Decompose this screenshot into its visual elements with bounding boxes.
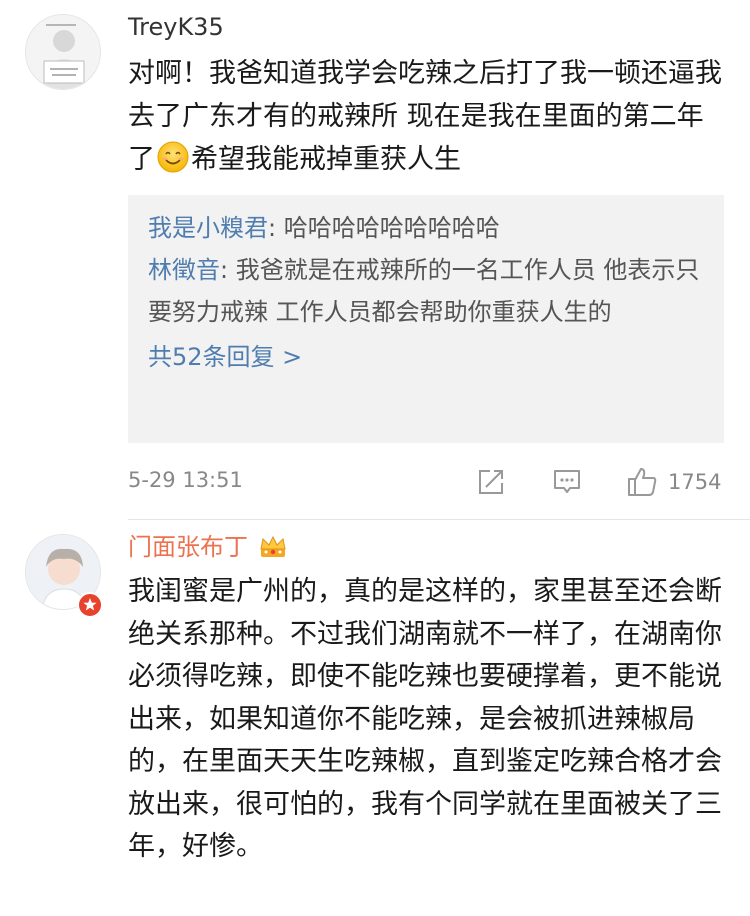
comment-item: TreyK35 对啊！我爸知道我学会吃辣之后打了我一顿还逼我去了广东才有的戒辣所… (0, 0, 750, 520)
reply-username[interactable]: 林徵音 (148, 256, 220, 284)
like-icon (628, 468, 657, 496)
comment-text: 我闺蜜是广州的，真的是这样的，家里甚至还会断绝关系那种。不过我们湖南就不一样了，… (128, 576, 722, 862)
username[interactable]: TreyK35 (128, 12, 224, 42)
like-count: 1754 (668, 470, 722, 494)
reply-item: 我是小糗君: 哈哈哈哈哈哈哈哈哈 (148, 207, 704, 249)
timestamp: 5-29 13:51 (128, 468, 243, 492)
smile-emoji-icon (157, 141, 189, 173)
comment-icon (554, 470, 580, 493)
reply-text: : 我爸就是在戒辣所的一名工作人员 他表示只要努力戒辣 工作人员都会帮助你重获人… (148, 256, 700, 326)
reply-text: : 哈哈哈哈哈哈哈哈哈 (268, 214, 500, 242)
reply-item: 林徵音: 我爸就是在戒辣所的一名工作人员 他表示只要努力戒辣 工作人员都会帮助你… (148, 249, 704, 333)
more-replies-link[interactable]: 共52条回复 > (148, 337, 704, 377)
avatar-image (26, 15, 100, 89)
username[interactable]: 门面张布丁 (128, 532, 288, 562)
comment-button[interactable] (552, 466, 582, 498)
comment-text-part2: 希望我能戒掉重获人生 (191, 144, 461, 175)
comment-item: 门面张布丁 我闺蜜是广州的，真的是这样的，家里甚至还会断绝关系那种。不过我们湖南… (0, 520, 750, 916)
like-button[interactable]: 1754 (626, 466, 721, 498)
comment-meta: 5-29 13:51 1754 (128, 466, 726, 500)
username-text: 门面张布丁 (128, 533, 248, 561)
reply-box[interactable]: 我是小糗君: 哈哈哈哈哈哈哈哈哈 林徵音: 我爸就是在戒辣所的一名工作人员 他表… (128, 195, 724, 443)
verified-badge-icon (77, 592, 103, 618)
share-button[interactable] (476, 466, 506, 498)
crown-icon (260, 535, 286, 557)
share-icon (479, 470, 503, 494)
comment-text: 对啊！我爸知道我学会吃辣之后打了我一顿还逼我去了广东才有的戒辣所 现在是我在里面… (128, 52, 728, 181)
reply-username[interactable]: 我是小糗君 (148, 214, 268, 242)
verified-star-icon (83, 598, 97, 611)
avatar[interactable] (25, 14, 101, 90)
